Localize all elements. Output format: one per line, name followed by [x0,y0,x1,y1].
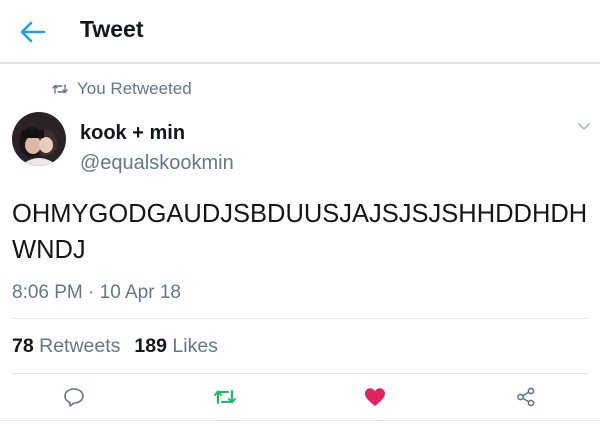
retweet-context-label: You Retweeted [77,79,192,98]
top-bar: Tweet [0,0,600,64]
reply-button[interactable] [61,384,87,410]
tweet-timestamp[interactable]: 8:06 PM · 10 Apr 18 [12,282,181,304]
retweet-icon [52,84,68,94]
retweets-count: 78 [12,335,34,357]
like-button[interactable] [362,384,388,410]
back-button[interactable] [18,18,48,46]
retweets-stat[interactable]: 78 Retweets [12,335,120,358]
share-icon [517,387,535,407]
tweet-actions [0,384,600,410]
avatar[interactable] [12,112,66,166]
share-button[interactable] [513,384,539,410]
retweet-button[interactable] [212,384,238,410]
author-handle[interactable]: @equalskookmin [80,152,234,175]
likes-count: 189 [134,335,167,357]
divider [0,420,600,421]
chevron-down-icon [578,123,590,130]
divider [12,373,588,374]
page-title: Tweet [80,16,144,42]
likes-label: Likes [172,335,218,357]
retweet-icon [214,390,236,404]
tweet-stats: 78 Retweets 189 Likes [12,335,218,358]
tweet-text: OHMYGODGAUDJSBDUUSJAJSJSJSHHDDHDHWNDJ [12,200,588,264]
retweets-label: Retweets [39,335,121,357]
retweet-context: You Retweeted [52,78,192,100]
reply-icon [64,388,84,407]
likes-stat[interactable]: 189 Likes [134,335,218,358]
divider [12,318,588,319]
author-name[interactable]: kook + min [80,122,185,145]
arrow-left-icon [20,21,46,43]
more-options-button[interactable] [574,118,594,136]
heart-icon [365,388,385,406]
